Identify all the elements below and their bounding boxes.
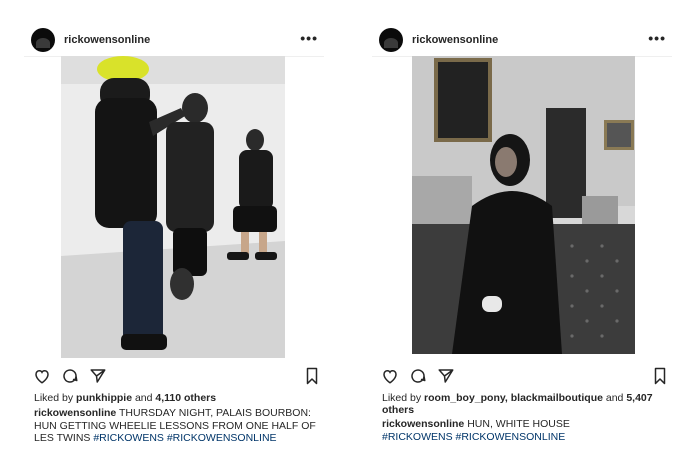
post-actions bbox=[380, 366, 670, 386]
post-actions bbox=[32, 366, 322, 386]
caption-username[interactable]: rickowensonline bbox=[34, 407, 116, 419]
comment-icon[interactable] bbox=[60, 366, 80, 386]
likes-others[interactable]: 4,110 others bbox=[155, 392, 216, 404]
caption-username[interactable]: rickowensonline bbox=[382, 418, 464, 430]
instagram-post-left: rickowensonline ••• Liked by punkhippie … bbox=[24, 0, 324, 467]
post-caption: rickowensonline HUN, WHITE HOUSE #RICKOW… bbox=[382, 418, 672, 443]
post-username[interactable]: rickowensonline bbox=[412, 34, 498, 46]
likes-connector: and bbox=[134, 392, 153, 404]
post-photo[interactable] bbox=[61, 56, 285, 358]
comment-icon[interactable] bbox=[408, 366, 428, 386]
avatar[interactable] bbox=[31, 28, 55, 52]
share-icon[interactable] bbox=[88, 366, 108, 386]
heart-icon[interactable] bbox=[380, 366, 400, 386]
avatar[interactable] bbox=[379, 28, 403, 52]
likes-user[interactable]: punkhippie bbox=[76, 392, 132, 404]
heart-icon[interactable] bbox=[32, 366, 52, 386]
caption-text: HUN, WHITE HOUSE bbox=[467, 418, 570, 430]
post-caption: rickowensonline THURSDAY NIGHT, PALAIS B… bbox=[34, 407, 324, 445]
instagram-post-right: rickowensonline ••• Liked by room_boy_po… bbox=[372, 0, 672, 467]
caption-hashtags[interactable]: #RICKOWENS #RICKOWENSONLINE bbox=[93, 432, 276, 444]
share-icon[interactable] bbox=[436, 366, 456, 386]
likes-line: Liked by room_boy_pony, blackmailboutiqu… bbox=[382, 392, 672, 416]
likes-prefix: Liked by bbox=[34, 392, 74, 404]
likes-connector: and bbox=[605, 392, 624, 404]
more-options-icon[interactable]: ••• bbox=[648, 30, 666, 46]
caption-hashtags[interactable]: #RICKOWENS #RICKOWENSONLINE bbox=[382, 431, 565, 443]
likes-line: Liked by punkhippie and 4,110 others bbox=[34, 392, 324, 404]
likes-user[interactable]: room_boy_pony, blackmailboutique bbox=[424, 392, 603, 404]
bookmark-icon[interactable] bbox=[650, 366, 670, 386]
post-header: rickowensonline ••• bbox=[372, 24, 672, 56]
post-username[interactable]: rickowensonline bbox=[64, 34, 150, 46]
bookmark-icon[interactable] bbox=[302, 366, 322, 386]
post-header: rickowensonline ••• bbox=[24, 24, 324, 56]
post-photo[interactable] bbox=[412, 56, 635, 354]
more-options-icon[interactable]: ••• bbox=[300, 30, 318, 46]
likes-prefix: Liked by bbox=[382, 392, 422, 404]
